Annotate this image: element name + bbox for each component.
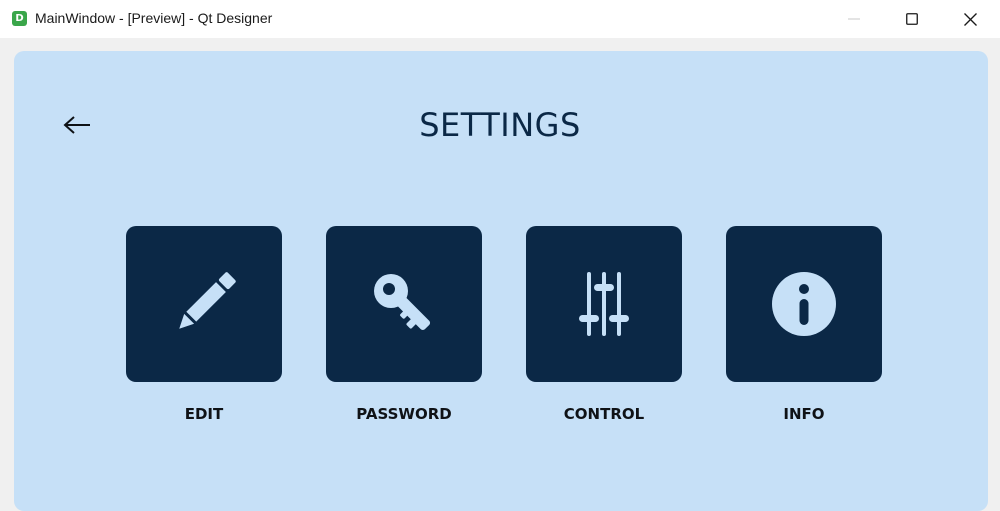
minimize-button[interactable] <box>825 0 883 38</box>
edit-tile-button[interactable] <box>126 226 282 382</box>
maximize-icon <box>906 13 918 25</box>
password-tile-button[interactable] <box>326 226 482 382</box>
title-bar[interactable]: D MainWindow - [Preview] - Qt Designer <box>0 0 1000 38</box>
control-tile-label: CONTROL <box>563 405 645 423</box>
edit-tile-label: EDIT <box>184 405 224 423</box>
maximize-button[interactable] <box>883 0 941 38</box>
close-button[interactable] <box>941 0 999 38</box>
info-tile-button[interactable] <box>726 226 882 382</box>
info-tile-label: INFO <box>783 405 825 423</box>
sliders-icon <box>579 272 629 336</box>
close-icon <box>963 12 977 26</box>
qt-designer-window: D MainWindow - [Preview] - Qt Designer S… <box>0 0 1000 511</box>
window-title: MainWindow - [Preview] - Qt Designer <box>35 10 273 26</box>
minimize-icon <box>848 18 860 20</box>
password-tile-label: PASSWORD <box>356 405 452 423</box>
control-tile-button[interactable] <box>526 226 682 382</box>
page-title: SETTINGS <box>419 106 581 144</box>
pencil-icon <box>179 272 236 329</box>
qt-designer-app-icon: D <box>12 11 27 26</box>
info-icon <box>772 272 836 336</box>
key-icon <box>374 274 431 331</box>
